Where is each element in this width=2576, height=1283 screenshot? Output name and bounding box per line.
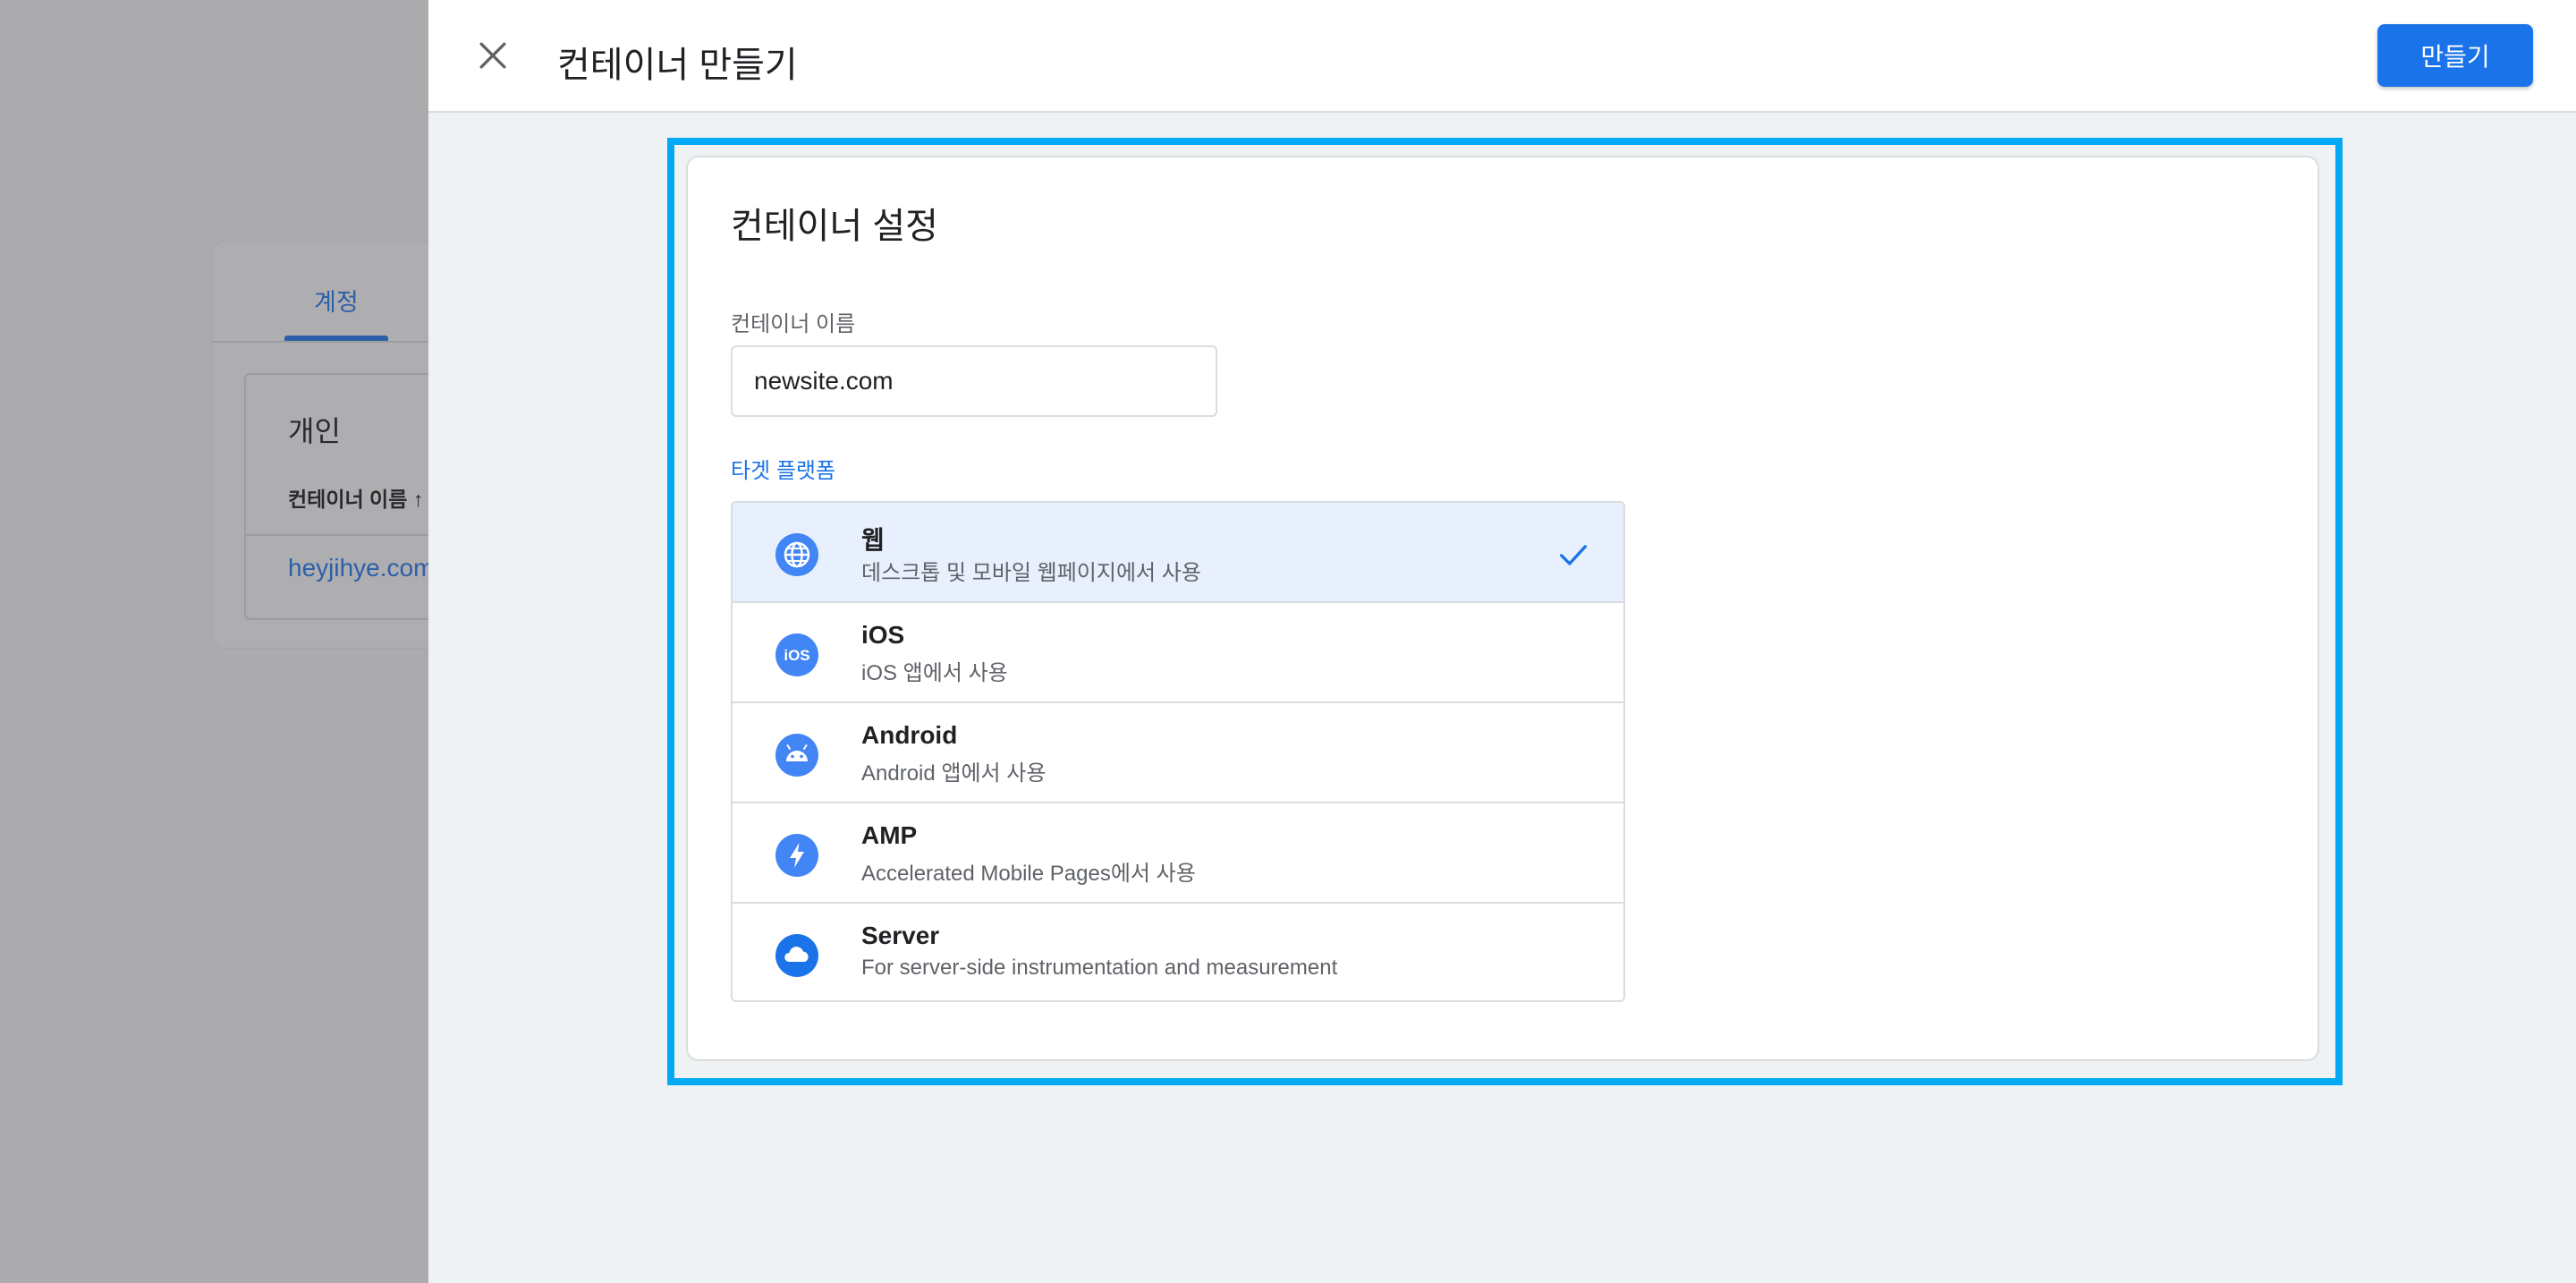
container-name-label: 컨테이너 이름 bbox=[731, 312, 856, 336]
platform-item-amp[interactable]: AMP Accelerated Mobile Pages에서 사용 bbox=[733, 803, 1623, 904]
background-container-link: heyjihye.com bbox=[288, 554, 435, 582]
platform-item-ios[interactable]: iOS iOS iOS 앱에서 사용 bbox=[733, 603, 1623, 703]
amp-icon bbox=[775, 834, 818, 877]
background-section-title: 개인 bbox=[288, 415, 341, 447]
panel-header: 컨테이너 만들기 만들기 bbox=[428, 0, 2576, 113]
platform-description: For server-side instrumentation and meas… bbox=[861, 956, 1338, 980]
background-column-header: 컨테이너 이름 ↑ bbox=[288, 488, 424, 511]
platform-item-web[interactable]: 웹 데스크톱 및 모바일 웹페이지에서 사용 bbox=[733, 503, 1623, 603]
create-container-panel: 컨테이너 만들기 만들기 컨테이너 설정 컨테이너 이름 타겟 플랫폼 bbox=[428, 0, 2576, 1283]
close-icon[interactable] bbox=[473, 36, 513, 75]
platform-list: 웹 데스크톱 및 모바일 웹페이지에서 사용 iOS iOS iOS 앱에서 사… bbox=[731, 501, 1625, 1002]
platform-description: 데스크톱 및 모바일 웹페이지에서 사용 bbox=[861, 561, 1201, 585]
platform-name: iOS bbox=[861, 621, 905, 649]
check-icon bbox=[1560, 545, 1587, 565]
svg-text:iOS: iOS bbox=[784, 647, 809, 664]
platform-description: Accelerated Mobile Pages에서 사용 bbox=[861, 862, 1196, 886]
platform-name: AMP bbox=[861, 821, 918, 849]
platform-name: Android bbox=[861, 721, 958, 749]
target-platform-label: 타겟 플랫폼 bbox=[731, 459, 836, 483]
platform-item-server[interactable]: Server For server-side instrumentation a… bbox=[733, 904, 1623, 1000]
platform-name: 웹 bbox=[861, 526, 885, 554]
cloud-icon bbox=[775, 934, 818, 977]
platform-description: iOS 앱에서 사용 bbox=[861, 661, 1008, 685]
page-title: 컨테이너 만들기 bbox=[557, 46, 798, 85]
android-icon bbox=[775, 734, 818, 777]
ios-icon: iOS bbox=[775, 633, 818, 676]
platform-name: Server bbox=[861, 922, 940, 949]
platform-item-android[interactable]: Android Android 앱에서 사용 bbox=[733, 703, 1623, 803]
container-name-input[interactable] bbox=[731, 345, 1217, 417]
platform-description: Android 앱에서 사용 bbox=[861, 761, 1046, 786]
background-tab-account: 계정 bbox=[314, 289, 359, 316]
create-button[interactable]: 만들기 bbox=[2377, 24, 2533, 87]
globe-icon bbox=[775, 533, 818, 576]
card-title: 컨테이너 설정 bbox=[731, 207, 938, 246]
container-settings-card: 컨테이너 설정 컨테이너 이름 타겟 플랫폼 웹 데스크톱 및 모바일 웹페이지… bbox=[686, 156, 2319, 1061]
